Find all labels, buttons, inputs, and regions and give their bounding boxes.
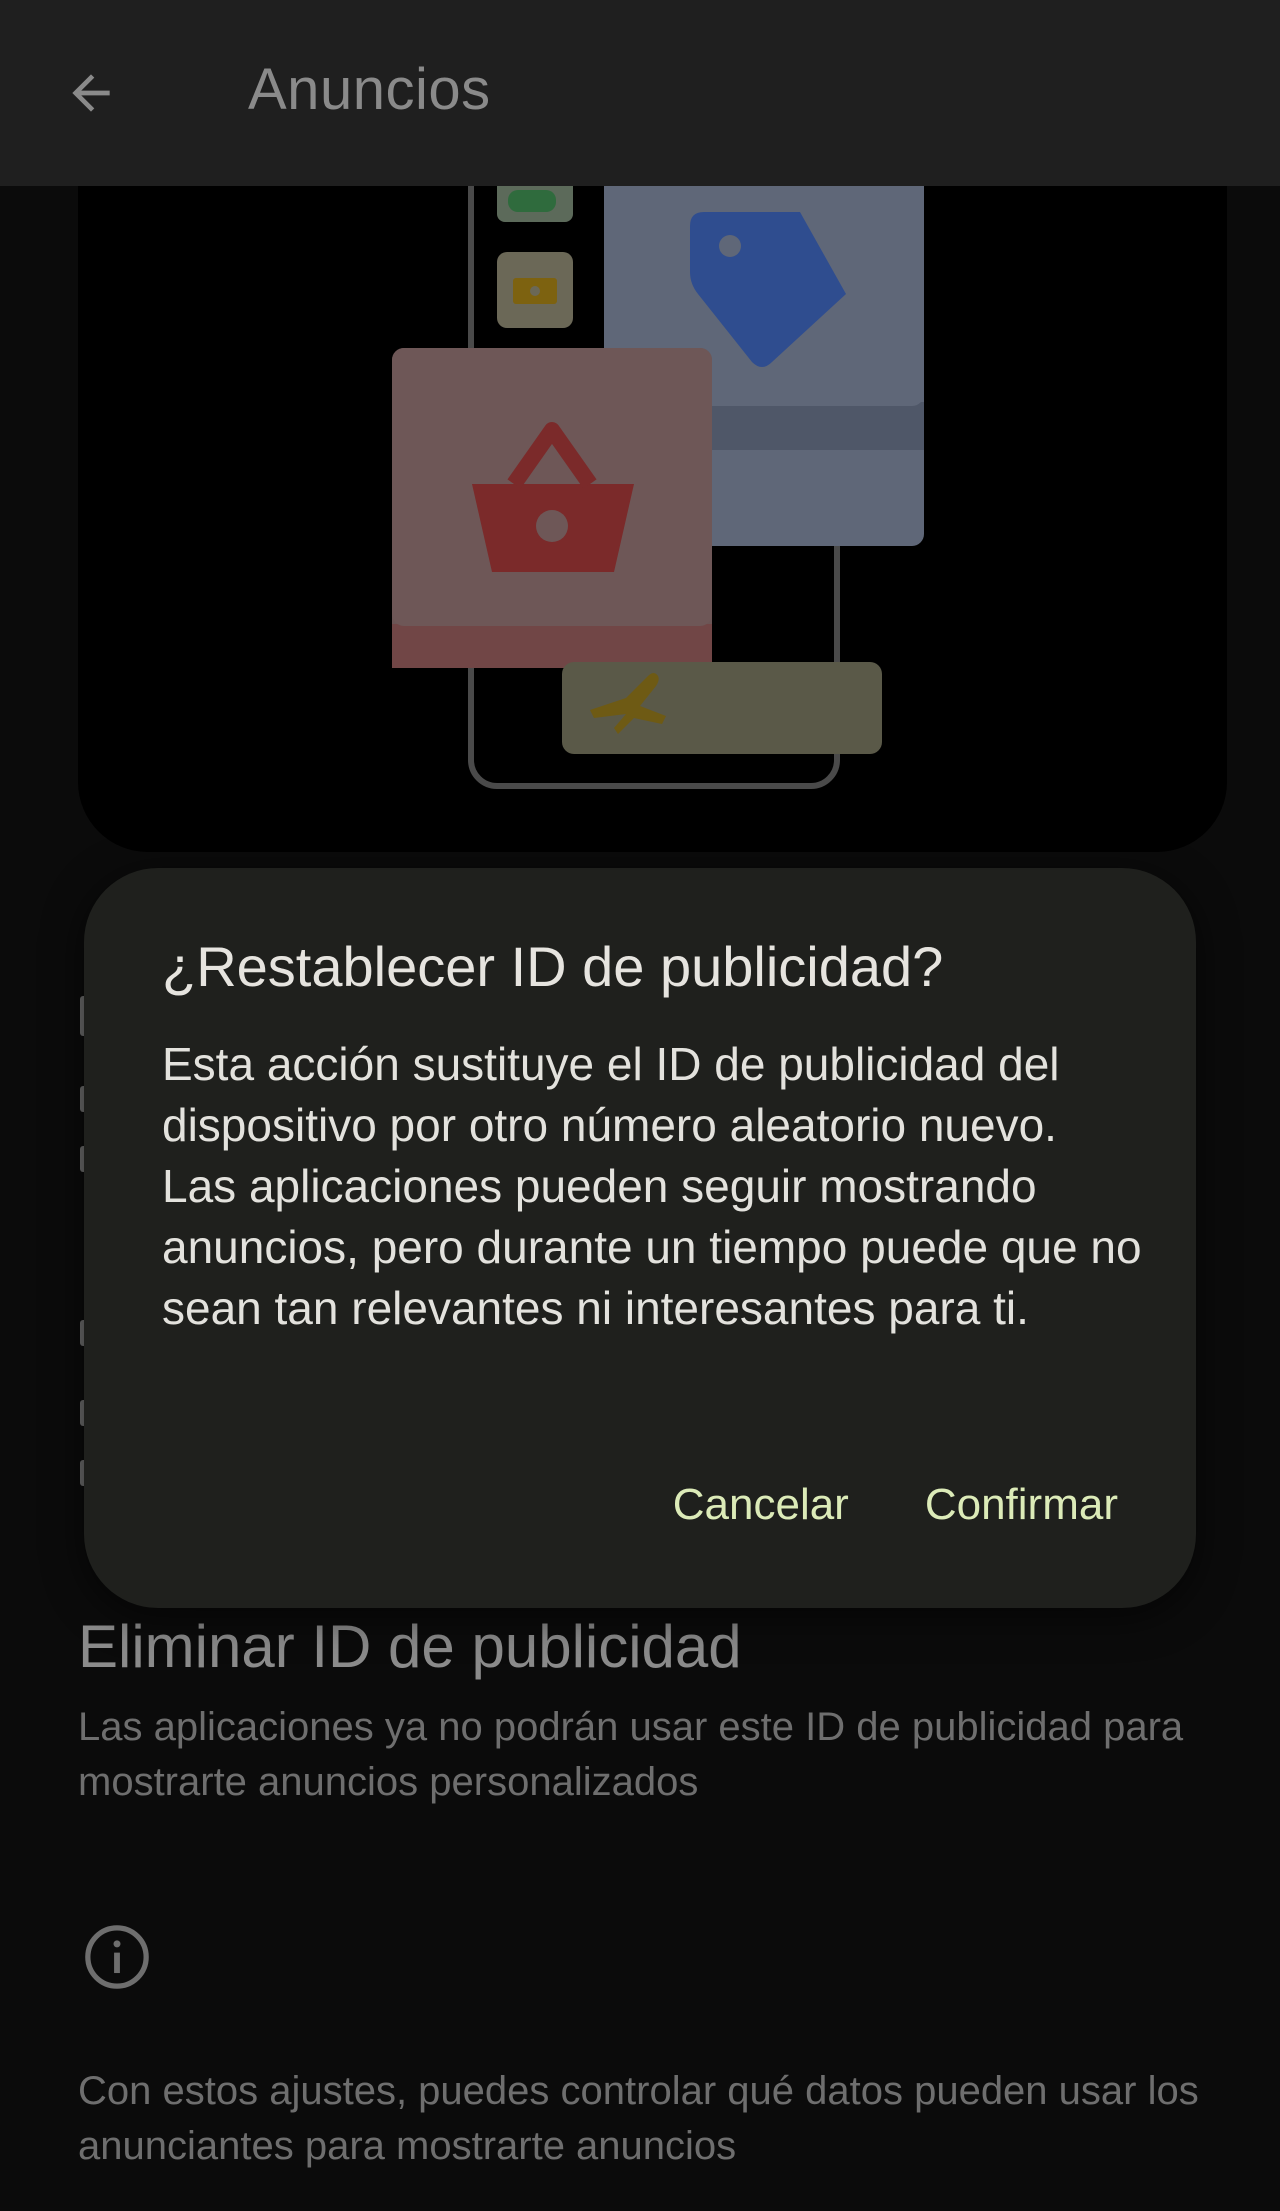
dialog-actions: Cancelar Confirmar: [673, 1480, 1118, 1530]
info-icon: [82, 1922, 152, 1992]
delete-advertising-id-title: Eliminar ID de publicidad: [78, 1613, 742, 1680]
page-title: Anuncios: [248, 57, 491, 122]
dialog-message: Esta acción sustituye el ID de publicida…: [162, 1038, 1142, 1334]
delete-advertising-id-summary: Las aplicaciones ya no podrán usar este …: [78, 1705, 1184, 1804]
cancel-button[interactable]: Cancelar: [673, 1480, 849, 1530]
arrow-back-icon: [72, 74, 110, 112]
top-app-bar: Anuncios: [0, 0, 1280, 186]
back-button[interactable]: [58, 60, 124, 126]
confirm-button[interactable]: Confirmar: [925, 1480, 1118, 1530]
hero-illustration: [78, 186, 1227, 852]
ticket-icon: [497, 252, 573, 328]
gamepad-icon: [497, 186, 573, 222]
dialog-title: ¿Restablecer ID de publicidad?: [162, 935, 944, 998]
reset-advertising-id-dialog: ¿Restablecer ID de publicidad? Esta acci…: [84, 868, 1196, 1608]
shopping-basket-icon: [392, 348, 712, 668]
footer-description: Con estos ajustes, puedes controlar qué …: [78, 2069, 1199, 2168]
airplane-icon: [562, 662, 882, 754]
